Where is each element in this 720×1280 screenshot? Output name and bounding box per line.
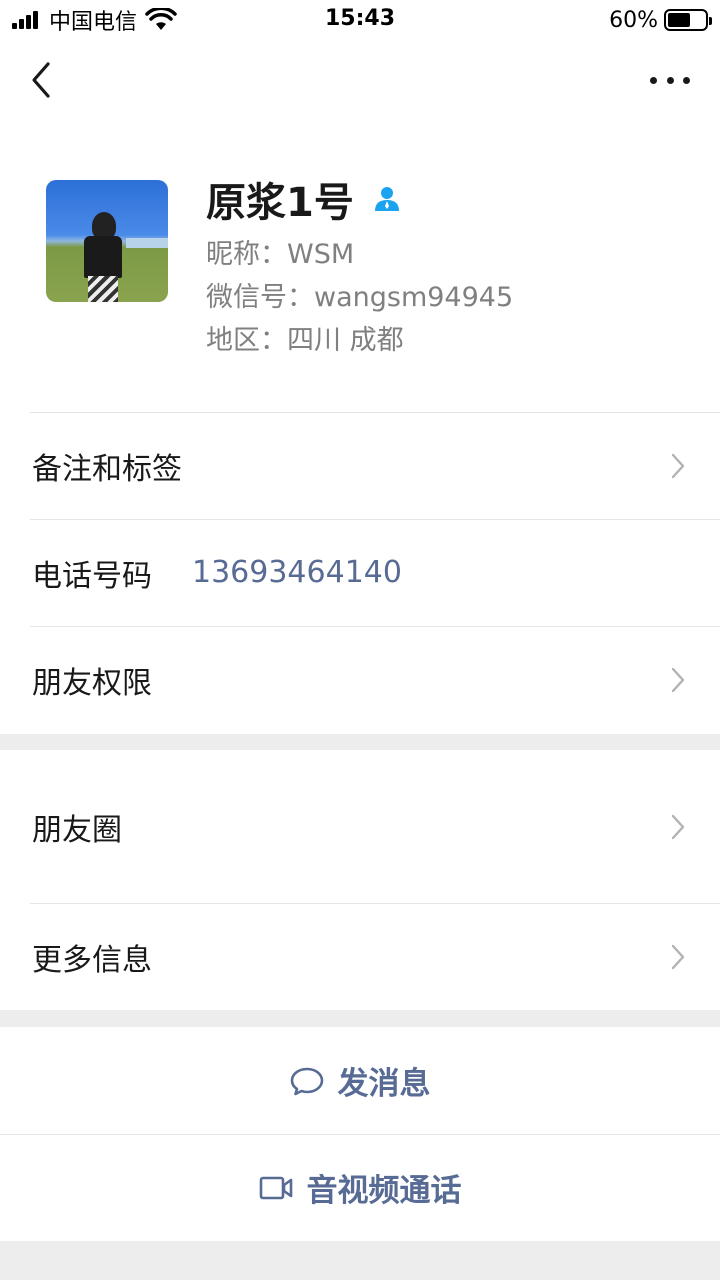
status-bar: 中国电信 15:43 60% bbox=[0, 0, 720, 40]
chevron-right-icon bbox=[671, 944, 685, 969]
contact-person-icon bbox=[374, 187, 399, 211]
avatar[interactable] bbox=[46, 180, 168, 302]
video-camera-icon bbox=[259, 1176, 292, 1199]
moments-cell[interactable]: 朋友圈 bbox=[0, 750, 720, 903]
action-group: 发消息 音视频通话 bbox=[0, 1027, 720, 1241]
friend-permissions-label: 朋友权限 bbox=[32, 665, 152, 701]
more-options-icon[interactable] bbox=[650, 70, 690, 90]
send-message-button[interactable]: 发消息 bbox=[0, 1027, 720, 1134]
phone-number-label: 电话号码 bbox=[32, 558, 152, 594]
contact-details-group: 备注和标签 电话号码 13693464140 朋友权限 bbox=[0, 412, 720, 734]
nickname-text: 昵称：WSM bbox=[206, 239, 355, 270]
moments-label: 朋友圈 bbox=[32, 812, 122, 848]
wechat-id-text: 微信号：wangsm94945 bbox=[206, 282, 514, 313]
phone-number-link[interactable]: 13693464140 bbox=[192, 555, 402, 590]
more-info-label: 更多信息 bbox=[32, 942, 152, 978]
back-arrow-icon[interactable] bbox=[26, 60, 56, 100]
chat-bubble-icon bbox=[290, 1067, 323, 1095]
chevron-right-icon bbox=[671, 453, 685, 478]
chevron-right-icon bbox=[671, 814, 685, 839]
send-message-label: 发消息 bbox=[337, 1066, 431, 1102]
nav-bar bbox=[0, 40, 720, 122]
battery-icon bbox=[664, 9, 712, 31]
contact-name: 原浆1号 bbox=[206, 180, 354, 226]
chevron-right-icon bbox=[671, 667, 685, 692]
remark-tags-label: 备注和标签 bbox=[32, 451, 182, 487]
region-text: 地区：四川 成都 bbox=[206, 325, 404, 356]
more-info-cell[interactable]: 更多信息 bbox=[0, 903, 720, 1010]
video-call-button[interactable]: 音视频通话 bbox=[0, 1134, 720, 1241]
video-call-label: 音视频通话 bbox=[306, 1173, 462, 1209]
remark-tags-cell[interactable]: 备注和标签 bbox=[0, 412, 720, 519]
profile-header: 原浆1号 昵称：WSM 微信号：wangsm94945 地区：四川 成都 bbox=[0, 122, 720, 412]
phone-number-cell: 电话号码 13693464140 bbox=[0, 519, 720, 626]
battery-percent: 60% bbox=[609, 7, 658, 33]
friend-permissions-cell[interactable]: 朋友权限 bbox=[0, 626, 720, 733]
moments-more-group: 朋友圈 更多信息 bbox=[0, 750, 720, 1010]
